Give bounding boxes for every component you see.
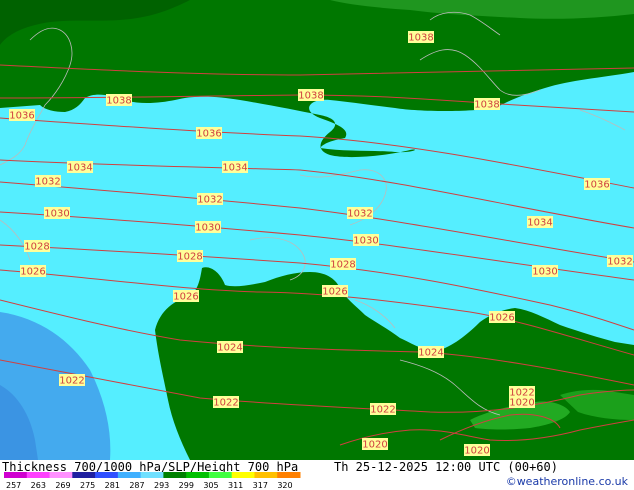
color-scale-swatch [231, 472, 255, 478]
color-scale-tick-label: 275 [80, 481, 95, 490]
isobar-label: 1032 [607, 255, 633, 268]
color-scale-swatch [117, 472, 142, 478]
isobar-label-text: 1038 [298, 91, 323, 102]
isobar-label-text: 1038 [474, 100, 499, 111]
isobar-label-text: 1034 [222, 163, 247, 174]
color-scale-tick-label: 305 [203, 481, 218, 490]
isobar-label: 1026 [322, 285, 348, 298]
isobar-label-text: 1032 [197, 195, 222, 206]
color-scale-tick-label: 269 [55, 481, 70, 490]
isobar-label-text: 1020 [464, 446, 489, 457]
isobar-label-text: 1024 [217, 343, 242, 354]
isobar-label-text: 1030 [195, 223, 220, 234]
isobar-label-text: 1038 [106, 96, 131, 107]
isobar-label-text: 1026 [489, 313, 514, 324]
isobar-label: 1036 [584, 178, 610, 191]
isobar-label-text: 1036 [584, 180, 609, 191]
isobar-label-text: 1032 [35, 177, 60, 188]
isobar-label-text: 1032 [347, 209, 372, 220]
isobar-label-text: 1034 [67, 163, 92, 174]
isobar-label: 1024 [217, 341, 243, 354]
isobar-label: 1022 [370, 403, 396, 416]
color-scale-swatch [4, 472, 28, 478]
color-scale-tick-label: 299 [179, 481, 194, 490]
isobar-label: 1020 [362, 438, 388, 451]
color-scale-tick-label: 293 [154, 481, 169, 490]
color-scale-tick-label: 281 [105, 481, 120, 490]
isobar-label: 1030 [353, 234, 379, 247]
isobar-label-text: 1020 [509, 398, 534, 409]
isobar-label-text: 1034 [527, 218, 552, 229]
color-scale-swatch [49, 472, 73, 478]
color-scale-tick-label: 287 [129, 481, 144, 490]
isobar-label: 1036 [9, 109, 35, 122]
isobar-label-text: 1026 [173, 292, 198, 303]
isobar-label: 1026 [20, 265, 46, 278]
color-scale-swatch [140, 472, 164, 478]
isobar-label-text: 1024 [418, 348, 443, 359]
isobar-label: 1026 [173, 290, 199, 303]
isobar-label-text: 1028 [24, 242, 49, 253]
isobar-label-text: 1022 [213, 398, 238, 409]
isobar-label: 1036 [196, 127, 222, 140]
isobar-label: 1038 [298, 89, 324, 102]
isobar-label: 1038 [408, 31, 434, 44]
valid-datetime: Th 25-12-2025 12:00 UTC (00+60) [334, 460, 558, 474]
color-scale-tick-label: 263 [31, 481, 46, 490]
isobar-label: 1030 [44, 207, 70, 220]
isobar-label-text: 1030 [44, 209, 69, 220]
color-scale-tick-label: 320 [277, 481, 292, 490]
color-scale-swatch [254, 472, 278, 478]
isobar-label-text: 1028 [177, 252, 202, 263]
isobar-label: 1022 [213, 396, 239, 409]
color-scale-tick-label: 317 [253, 481, 268, 490]
isobar-label: 1032 [347, 207, 373, 220]
isobar-label-text: 1026 [20, 267, 45, 278]
color-scale-tick-label: 257 [6, 481, 21, 490]
map-footer: Thickness 700/1000 hPa/SLP/Height 700 hP… [0, 460, 634, 490]
isobar-label: 1028 [24, 240, 50, 253]
isobar-label: 1034 [67, 161, 93, 174]
isobar-label-text: 1020 [362, 440, 387, 451]
isobar-label: 1022 [59, 374, 85, 387]
color-scale-swatch [186, 472, 210, 478]
isobar-label: 1030 [532, 265, 558, 278]
credit-link[interactable]: ©weatheronline.co.uk [506, 475, 628, 488]
isobar-label: 1028 [177, 250, 203, 263]
isobar-label: 1030 [195, 221, 221, 234]
color-scale-swatch [277, 472, 301, 478]
isobar-label: 1034 [222, 161, 248, 174]
weather-map: 1038 1038 1038 1038 1036 1036 1036 1034 1034 1034… [0, 0, 634, 460]
isobar-label: 1028 [330, 258, 356, 271]
isobar-label-text: 1030 [353, 236, 378, 247]
color-scale-swatch [208, 472, 233, 478]
isobar-label-text: 1022 [59, 376, 84, 387]
color-scale-tick-label: 311 [228, 481, 243, 490]
isobar-label: 1020 [464, 444, 490, 457]
isobar-label-text: 1038 [408, 33, 433, 44]
isobar-label: 1032 [197, 193, 223, 206]
color-scale-swatch [72, 472, 96, 478]
isobar-label: 1032 [35, 175, 61, 188]
color-scale-swatch [95, 472, 119, 478]
isobar-label-text: 1032 [607, 257, 632, 268]
isobar-label-text: 1036 [196, 129, 221, 140]
color-scale-legend: 257 263 269 275 281 287 293 299 305 311 317 320 [4, 472, 301, 490]
isobar-label-text: 1026 [322, 287, 347, 298]
isobar-label-text: 1036 [9, 111, 34, 122]
isobar-label: 1024 [418, 346, 444, 359]
isobar-label-text: 1022 [370, 405, 395, 416]
isobar-label-text: 1030 [532, 267, 557, 278]
isobar-label: 1020 [509, 396, 535, 409]
isobar-label: 1026 [489, 311, 515, 324]
isobar-label: 1038 [106, 94, 132, 107]
isobar-label-text: 1028 [330, 260, 355, 271]
isobar-label: 1034 [527, 216, 553, 229]
color-scale-swatch [163, 472, 187, 478]
isobar-label: 1038 [474, 98, 500, 111]
color-scale-swatch [26, 472, 51, 478]
